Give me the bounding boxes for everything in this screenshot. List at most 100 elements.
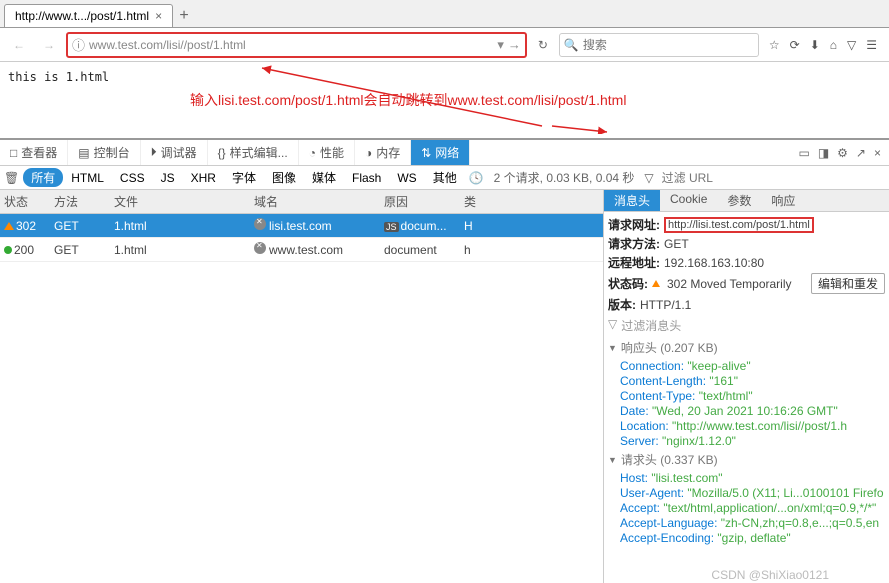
detail-tab-response[interactable]: 响应 xyxy=(761,190,805,211)
filter-other[interactable]: 其他 xyxy=(425,168,465,187)
reload-button[interactable]: ↻ xyxy=(531,38,555,52)
filter-js[interactable]: JS xyxy=(153,170,183,186)
go-arrow-icon[interactable]: → xyxy=(508,37,521,52)
devtools-panel: □查看器 ▤控制台 ⏵调试器 {}样式编辑... ◔性能 ◑内存 ⇅网络 ▭ ◨… xyxy=(0,138,889,583)
toolbar-icons: ☆ ⟳ ⬇ ⌂ ▽ ☰ xyxy=(763,38,883,52)
filter-headers-label[interactable]: 过滤消息头 xyxy=(621,317,681,334)
annotation-text: 输入lisi.test.com/post/1.html会自动跳转到www.tes… xyxy=(190,90,626,110)
filter-icon: ▽ xyxy=(640,171,657,185)
network-table-header: 状态 方法 文件 域名 原因 类 xyxy=(0,190,603,214)
bookmark-star-icon[interactable]: ☆ xyxy=(769,38,780,52)
remote-label: 远程地址: xyxy=(608,254,660,271)
req-url-value: http://lisi.test.com/post/1.html xyxy=(664,217,814,233)
header-line: Date: "Wed, 20 Jan 2021 10:16:26 GMT" xyxy=(620,404,885,418)
response-headers-section[interactable]: ▼响应头 (0.207 KB) xyxy=(608,339,885,356)
status-value: 302 Moved Temporarily xyxy=(667,277,792,291)
filter-ws[interactable]: WS xyxy=(389,170,424,186)
filter-flash[interactable]: Flash xyxy=(344,170,389,186)
devtools-tab-style[interactable]: {}样式编辑... xyxy=(208,140,299,165)
detail-tab-params[interactable]: 参数 xyxy=(717,190,761,211)
devtools-tab-network[interactable]: ⇅网络 xyxy=(411,140,470,165)
header-line: Connection: "keep-alive" xyxy=(620,359,885,373)
header-line: User-Agent: "Mozilla/5.0 (X11; Li...0100… xyxy=(620,486,885,500)
filter-css[interactable]: CSS xyxy=(112,170,153,186)
url-input-container: ⓘ ▾ → xyxy=(66,32,527,58)
browser-tab-strip: http://www.t.../post/1.html × + xyxy=(0,0,889,28)
new-tab-button[interactable]: + xyxy=(173,7,195,27)
header-line: Accept-Encoding: "gzip, deflate" xyxy=(620,531,885,545)
detail-tab-cookies[interactable]: Cookie xyxy=(660,190,717,211)
settings-icon[interactable]: ⚙ xyxy=(837,146,848,160)
url-input[interactable] xyxy=(89,38,493,52)
filter-html[interactable]: HTML xyxy=(63,170,112,186)
table-row[interactable]: 200 GET 1.html www.test.com document h xyxy=(0,238,603,262)
status-icon xyxy=(4,246,12,254)
version-label: 版本: xyxy=(608,296,636,313)
pocket-icon[interactable]: ▽ xyxy=(847,38,856,52)
header-line: Accept: "text/html,application/...on/xml… xyxy=(620,501,885,515)
watermark: CSDN @ShiXiao0121 xyxy=(711,568,829,582)
header-line: Content-Length: "161" xyxy=(620,374,885,388)
col-type[interactable]: 类 xyxy=(460,193,480,210)
detail-tab-headers[interactable]: 消息头 xyxy=(604,190,660,211)
popout-icon[interactable]: ↗ xyxy=(856,146,866,160)
request-headers-section[interactable]: ▼请求头 (0.337 KB) xyxy=(608,451,885,468)
menu-icon[interactable]: ☰ xyxy=(866,38,877,52)
req-url-label: 请求网址: xyxy=(608,216,660,233)
devtools-tab-inspector[interactable]: □查看器 xyxy=(0,140,68,165)
status-icon xyxy=(4,222,14,230)
search-input[interactable] xyxy=(583,38,754,52)
dropdown-icon[interactable]: ▾ xyxy=(497,37,504,53)
header-line: Location: "http://www.test.com/lisi//pos… xyxy=(620,419,885,433)
col-method[interactable]: 方法 xyxy=(50,193,110,210)
filter-img[interactable]: 图像 xyxy=(264,168,304,187)
filter-xhr[interactable]: XHR xyxy=(183,170,224,186)
edit-resend-button[interactable]: 编辑和重发 xyxy=(811,273,885,294)
network-filter-row: 🗑 所有 HTML CSS JS XHR 字体 图像 媒体 Flash WS 其… xyxy=(0,166,889,190)
filter-font[interactable]: 字体 xyxy=(224,168,264,187)
col-domain[interactable]: 域名 xyxy=(250,193,380,210)
detail-tabs: 消息头 Cookie 参数 响应 xyxy=(604,190,889,212)
split-icon[interactable]: ◨ xyxy=(818,146,829,160)
js-badge: JS xyxy=(384,222,399,232)
col-status[interactable]: 状态 xyxy=(0,193,50,210)
req-method-value: GET xyxy=(664,237,689,251)
network-body: 状态 方法 文件 域名 原因 类 302 GET 1.html lisi.tes… xyxy=(0,190,889,583)
remote-value: 192.168.163.10:80 xyxy=(664,256,764,270)
filter-url-input[interactable] xyxy=(658,171,889,185)
col-file[interactable]: 文件 xyxy=(110,193,250,210)
tab-title: http://www.t.../post/1.html xyxy=(15,9,149,23)
sync-icon[interactable]: ⟳ xyxy=(790,38,800,52)
devtools-toolbar: □查看器 ▤控制台 ⏵调试器 {}样式编辑... ◔性能 ◑内存 ⇅网络 ▭ ◨… xyxy=(0,140,889,166)
info-icon[interactable]: ⓘ xyxy=(72,35,85,54)
dock-icon[interactable]: ▭ xyxy=(798,146,809,160)
filter-media[interactable]: 媒体 xyxy=(304,168,344,187)
close-tab-icon[interactable]: × xyxy=(155,9,162,23)
request-detail-panel: 消息头 Cookie 参数 响应 请求网址:http://lisi.test.c… xyxy=(604,190,889,583)
search-icon: 🔍 xyxy=(564,38,579,52)
back-button[interactable]: ← xyxy=(6,32,32,58)
table-row[interactable]: 302 GET 1.html lisi.test.com JSdocum... … xyxy=(0,214,603,238)
browser-tab[interactable]: http://www.t.../post/1.html × xyxy=(4,4,173,27)
url-bar: ← → ⓘ ▾ → ↻ 🔍 ☆ ⟳ ⬇ ⌂ ▽ ☰ xyxy=(0,28,889,62)
network-summary: 2 个请求, 0.03 KB, 0.04 秒 xyxy=(488,169,641,186)
col-cause[interactable]: 原因 xyxy=(380,193,460,210)
home-icon[interactable]: ⌂ xyxy=(830,38,837,52)
download-icon[interactable]: ⬇ xyxy=(810,38,820,52)
status-triangle-icon xyxy=(652,280,660,287)
close-devtools-icon[interactable]: × xyxy=(874,146,881,160)
devtools-tab-perf[interactable]: ◔性能 xyxy=(299,140,355,165)
insecure-icon xyxy=(254,218,266,230)
forward-button[interactable]: → xyxy=(36,32,62,58)
filter-icon: ▽ xyxy=(608,317,617,334)
header-line: Server: "nginx/1.12.0" xyxy=(620,434,885,448)
header-line: Host: "lisi.test.com" xyxy=(620,471,885,485)
filter-all[interactable]: 所有 xyxy=(23,168,63,187)
version-value: HTTP/1.1 xyxy=(640,298,691,312)
trash-icon[interactable]: 🗑 xyxy=(0,171,23,185)
devtools-tab-debugger[interactable]: ⏵调试器 xyxy=(141,140,208,165)
devtools-tab-memory[interactable]: ◑内存 xyxy=(355,140,411,165)
insecure-icon xyxy=(254,242,266,254)
search-box: 🔍 xyxy=(559,33,759,57)
devtools-tab-console[interactable]: ▤控制台 xyxy=(68,140,140,165)
